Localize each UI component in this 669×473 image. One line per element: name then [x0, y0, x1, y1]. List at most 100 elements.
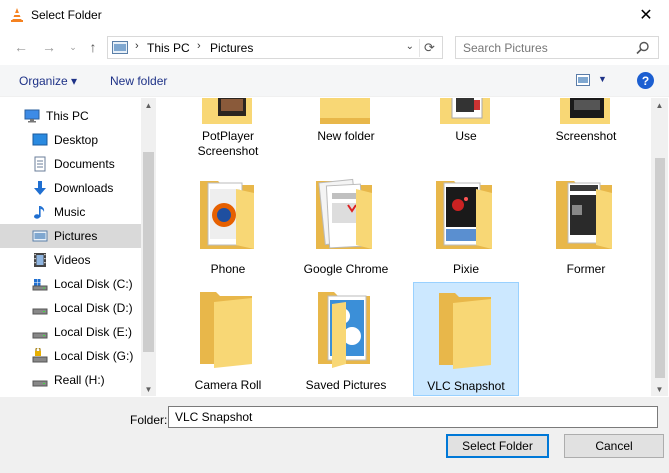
- sidebar-item-reall-h[interactable]: Reall (H:): [0, 368, 141, 392]
- folder-label: Use: [455, 129, 477, 143]
- folder-icon: [202, 98, 252, 124]
- search-box[interactable]: Search Pictures: [455, 36, 659, 59]
- chevron-down-icon: ⌄: [69, 41, 77, 52]
- sidebar-item-downloads[interactable]: Downloads: [0, 176, 141, 200]
- drive-icon: [32, 308, 48, 315]
- folder-label: Screenshot: [555, 129, 617, 143]
- search-icon: [636, 41, 649, 55]
- sidebar-item-local-disk-e[interactable]: Local Disk (E:): [0, 320, 141, 344]
- folder-screenshot[interactable]: Screenshot: [533, 98, 639, 164]
- sidebar-item-label: Local Disk (C:): [54, 277, 133, 291]
- folder-label: PotPlayer Screenshot: [197, 129, 259, 158]
- folder-label: Former: [566, 262, 606, 276]
- vlc-cone-icon: [11, 8, 23, 22]
- folder-google-chrome[interactable]: Google Chrome: [293, 173, 399, 285]
- command-bar: Organize ▾ New folder: [0, 65, 669, 97]
- folder-saved-pictures[interactable]: Saved Pictures: [293, 282, 399, 394]
- music-icon: [34, 206, 45, 219]
- select-folder-button[interactable]: Select Folder: [446, 434, 549, 458]
- scroll-down-icon[interactable]: ▼: [141, 382, 156, 396]
- downloads-icon: [34, 181, 46, 195]
- breadcrumb-this-pc[interactable]: This PC: [147, 41, 190, 55]
- folder-icon: [320, 98, 370, 124]
- folder-name-input[interactable]: [168, 406, 658, 428]
- title-bar: Select Folder ✕: [0, 0, 669, 31]
- sidebar-scrollbar[interactable]: ▲ ▼: [141, 98, 156, 396]
- folder-label: New folder: [317, 129, 375, 143]
- folder-label: Camera Roll: [194, 378, 262, 392]
- organize-button[interactable]: Organize ▾: [19, 74, 77, 88]
- sidebar-item-desktop[interactable]: Desktop: [0, 128, 141, 152]
- back-arrow-icon: ←: [14, 39, 28, 55]
- folder-view-scrollbar[interactable]: ▲ ▼: [651, 98, 668, 396]
- scroll-up-icon[interactable]: ▲: [141, 98, 156, 112]
- scroll-down-icon[interactable]: ▼: [651, 382, 668, 396]
- forward-button[interactable]: →: [40, 38, 58, 56]
- folder-former[interactable]: Former: [533, 173, 639, 285]
- address-dropdown-icon[interactable]: ⌄: [406, 41, 414, 52]
- sidebar-item-pictures[interactable]: Pictures: [0, 224, 141, 248]
- view-options-dropdown-icon[interactable]: ▼: [598, 74, 607, 84]
- folder-use[interactable]: Use: [413, 98, 519, 164]
- cancel-button[interactable]: Cancel: [564, 434, 664, 458]
- sidebar-item-label: Downloads: [54, 181, 114, 195]
- sidebar-item-videos[interactable]: Videos: [0, 248, 141, 272]
- folder-view-scroll-thumb[interactable]: [655, 158, 665, 378]
- up-button[interactable]: ↑: [84, 38, 102, 56]
- new-folder-button[interactable]: New folder: [110, 74, 167, 88]
- recent-locations-button[interactable]: ⌄: [64, 38, 82, 56]
- back-button[interactable]: ←: [12, 38, 30, 56]
- locked-drive-icon: [32, 348, 48, 363]
- sidebar-scroll-thumb[interactable]: [143, 152, 154, 352]
- sidebar-item-local-disk-c[interactable]: Local Disk (C:): [0, 272, 141, 296]
- folder-icon: [200, 181, 254, 249]
- sidebar-item-documents[interactable]: Documents: [0, 152, 141, 176]
- refresh-button[interactable]: ⟳: [419, 39, 439, 57]
- window-title: Select Folder: [31, 8, 102, 22]
- change-view-icon[interactable]: [576, 74, 590, 86]
- folder-view: PotPlayer Screenshot New folder Use Scre…: [157, 98, 651, 396]
- breadcrumb-pictures[interactable]: Pictures: [210, 41, 253, 55]
- address-bar[interactable]: › This PC › Pictures ⌄ ⟳: [107, 36, 443, 59]
- folder-field-label: Folder:: [130, 413, 168, 427]
- windows-drive-icon: [32, 279, 48, 291]
- sidebar-item-label: Local Disk (G:): [54, 349, 134, 363]
- close-button[interactable]: ✕: [623, 0, 669, 30]
- scroll-up-icon[interactable]: ▲: [651, 98, 668, 112]
- folder-icon: [436, 181, 492, 249]
- folder-phone[interactable]: Phone: [175, 173, 281, 285]
- folder-new-folder[interactable]: New folder: [293, 98, 399, 164]
- folder-camera-roll[interactable]: Camera Roll: [175, 282, 281, 394]
- breadcrumb-separator: ›: [197, 40, 201, 52]
- folder-label: Saved Pictures: [305, 378, 387, 392]
- folder-icon: [440, 98, 490, 124]
- breadcrumb-separator: ›: [135, 40, 139, 52]
- help-icon[interactable]: ?: [637, 72, 654, 89]
- pictures-location-icon: [112, 41, 128, 54]
- sidebar-item-local-disk-g[interactable]: Local Disk (G:): [0, 344, 141, 368]
- navigation-pane: This PC Desktop Documents Downloads Musi…: [0, 98, 156, 396]
- folder-label: Google Chrome: [303, 262, 389, 276]
- drive-icon: [32, 332, 48, 339]
- sidebar-item-label: Desktop: [54, 133, 99, 147]
- folder-label: Pixie: [452, 262, 479, 276]
- folder-pixie[interactable]: Pixie: [413, 173, 519, 285]
- sidebar-item-this-pc[interactable]: This PC: [0, 104, 141, 128]
- sidebar-item-label: Documents: [54, 157, 115, 171]
- folder-label: VLC Snapshot: [427, 379, 505, 393]
- sidebar-item-label: Local Disk (E:): [54, 325, 133, 339]
- folder-icon: [560, 98, 610, 124]
- desktop-icon: [32, 133, 48, 146]
- sidebar-item-local-disk-d[interactable]: Local Disk (D:): [0, 296, 141, 320]
- folder-icon: [318, 292, 370, 368]
- sidebar-item-label: Local Disk (D:): [54, 301, 133, 315]
- search-input[interactable]: Search Pictures: [463, 41, 548, 55]
- sidebar-item-label: This PC: [46, 109, 89, 123]
- sidebar-item-label: Music: [54, 205, 86, 219]
- folder-icon: [200, 292, 252, 368]
- sidebar-item-music[interactable]: Music: [0, 200, 141, 224]
- refresh-icon: ⟳: [424, 40, 435, 55]
- folder-potplayer-screenshot[interactable]: PotPlayer Screenshot: [175, 98, 281, 164]
- drive-icon: [32, 380, 48, 387]
- folder-vlc-snapshot[interactable]: VLC Snapshot: [413, 282, 519, 396]
